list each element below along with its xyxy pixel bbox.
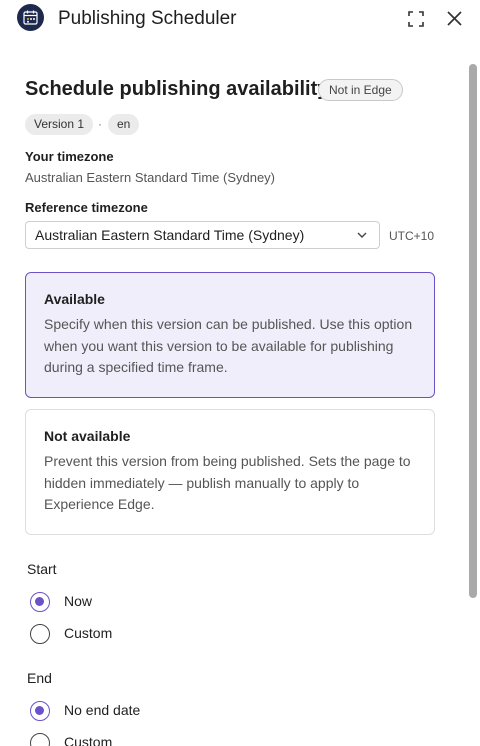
radio-checked-icon [30, 701, 50, 721]
end-section-label: End [27, 670, 52, 686]
close-icon [447, 11, 462, 26]
edge-status-badge: Not in Edge [318, 79, 403, 101]
your-timezone-label: Your timezone [25, 149, 114, 164]
your-timezone-value: Australian Eastern Standard Time (Sydney… [25, 170, 276, 185]
schedule-title: Schedule publishing availability [25, 78, 329, 100]
available-option-card[interactable]: Available Specify when this version can … [25, 272, 435, 398]
start-custom-label: Custom [64, 625, 113, 641]
start-section-label: Start [27, 561, 57, 577]
not-available-option-title: Not available [44, 428, 131, 444]
radio-unchecked-icon [30, 624, 50, 644]
not-available-option-description: Prevent this version from being publishe… [44, 453, 411, 512]
end-no-end-date-label: No end date [64, 702, 141, 718]
reference-timezone-label: Reference timezone [25, 200, 148, 215]
close-button[interactable] [445, 9, 464, 28]
radio-unchecked-icon [30, 733, 50, 746]
radio-checked-icon [30, 592, 50, 612]
chip-separator: · [98, 117, 102, 131]
panel-header: Publishing Scheduler [0, 0, 480, 38]
not-available-option-card[interactable]: Not available Prevent this version from … [25, 409, 435, 535]
scrollbar-thumb[interactable] [469, 64, 477, 598]
scheduler-logo-icon [17, 4, 44, 31]
end-custom-label: Custom [64, 734, 113, 746]
reference-timezone-select[interactable]: Australian Eastern Standard Time (Sydney… [25, 221, 380, 249]
end-custom-radio[interactable]: Custom [30, 733, 230, 746]
panel-title: Publishing Scheduler [58, 8, 237, 29]
language-chip: en [108, 114, 140, 135]
available-option-description: Specify when this version can be publish… [44, 316, 413, 375]
expand-button[interactable] [407, 10, 425, 28]
expand-icon [408, 11, 424, 27]
start-now-radio[interactable]: Now [30, 592, 230, 614]
start-custom-radio[interactable]: Custom [30, 624, 230, 646]
start-now-label: Now [64, 593, 93, 609]
version-chip: Version 1 [25, 114, 94, 135]
reference-timezone-value: Australian Eastern Standard Time (Sydney… [35, 227, 305, 243]
available-option-title: Available [44, 291, 105, 307]
end-no-end-date-radio[interactable]: No end date [30, 701, 230, 723]
chevron-down-icon [357, 232, 367, 238]
publishing-scheduler-panel: Publishing Scheduler Schedule publishing… [0, 0, 480, 746]
utc-offset-label: UTC+10 [389, 229, 435, 243]
